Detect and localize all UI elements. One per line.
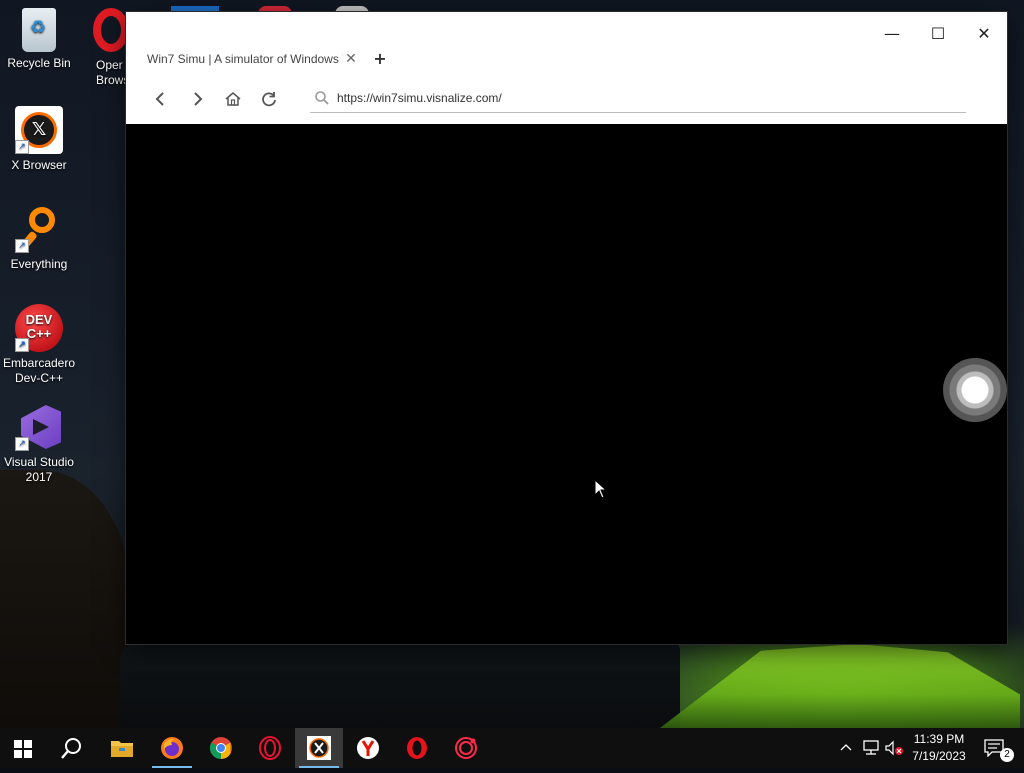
visual-studio-icon: ↗ — [15, 403, 63, 451]
desktop-icon-dev-cpp[interactable]: DEV C++ ↗ Embarcadero Dev-C++ — [1, 304, 77, 386]
search-button[interactable] — [48, 728, 96, 768]
taskbar: 11:39 PM 7/19/2023 2 — [0, 728, 1024, 768]
taskbar-app-chrome[interactable] — [197, 728, 245, 768]
floating-assistive-button[interactable] — [943, 358, 1007, 422]
back-icon — [155, 92, 164, 106]
action-center-button[interactable]: 2 — [978, 728, 1024, 768]
opera-icon — [407, 737, 427, 759]
search-icon — [315, 91, 329, 105]
clock-date: 7/19/2023 — [912, 749, 966, 763]
search-icon — [61, 738, 81, 759]
desktop-icon-label: Visual Studio — [4, 455, 74, 469]
reload-icon — [262, 92, 276, 107]
taskbar-app-x-browser[interactable] — [295, 728, 343, 768]
tab-title: Win7 Simu | A simulator of Windows 7 — [147, 52, 343, 66]
notification-count-badge: 2 — [1000, 748, 1014, 762]
taskbar-app-firefox[interactable] — [148, 728, 196, 768]
volume-button[interactable] — [884, 728, 904, 768]
browser-window: — ☐ ✕ Win7 Simu | A simulator of Windows… — [126, 12, 1007, 644]
home-icon — [225, 92, 241, 106]
desktop-icon-everything[interactable]: ↗ Everything — [1, 205, 77, 272]
shortcut-arrow-icon: ↗ — [15, 239, 29, 253]
desktop-wallpaper-tent — [660, 644, 1020, 728]
opera-gx-icon — [259, 736, 281, 760]
everything-search-icon: ↗ — [15, 205, 63, 253]
desktop-icon-x-browser[interactable]: 𝕏 ↗ X Browser — [1, 106, 77, 173]
maximize-button[interactable]: ☐ — [922, 18, 954, 50]
browser-tab[interactable]: Win7 Simu | A simulator of Windows 7 ✕ — [136, 46, 358, 72]
windows-logo-icon — [14, 740, 32, 758]
volume-muted-icon — [885, 740, 903, 756]
desktop-icon-label: Recycle Bin — [7, 56, 71, 70]
chrome-icon — [210, 737, 232, 759]
desktop-icon-label: 2017 — [25, 470, 53, 484]
new-tab-button[interactable]: + — [372, 46, 388, 72]
opera-ring-icon — [455, 737, 477, 759]
dev-cpp-icon: DEV C++ ↗ — [15, 304, 63, 352]
network-button[interactable] — [860, 728, 882, 768]
shortcut-arrow-icon: ↗ — [15, 140, 29, 154]
address-bar[interactable]: https://win7simu.visnalize.com/ — [310, 84, 966, 113]
dev-cpp-glyph-text: DEV — [25, 312, 53, 327]
address-url[interactable]: https://win7simu.visnalize.com/ — [337, 84, 502, 112]
shortcut-arrow-icon: ↗ — [15, 338, 29, 352]
desktop-icon-recycle-bin[interactable]: Recycle Bin — [1, 8, 77, 71]
opera-browser-icon — [93, 8, 129, 52]
desktop-wallpaper-hill — [0, 470, 130, 728]
folder-icon — [111, 741, 133, 757]
network-icon — [863, 740, 879, 755]
page-content[interactable] — [126, 124, 1007, 644]
browser-chrome: — ☐ ✕ Win7 Simu | A simulator of Windows… — [126, 12, 1007, 124]
desktop-icon-label: Everything — [10, 257, 68, 271]
forward-button[interactable] — [186, 88, 208, 110]
taskbar-clock[interactable]: 11:39 PM 7/19/2023 — [902, 731, 976, 765]
taskbar-app-file-explorer[interactable] — [98, 728, 146, 768]
desktop-icon-label: Embarcadero — [2, 356, 76, 370]
mouse-cursor-icon — [594, 479, 608, 499]
taskbar-app-opera-gx[interactable] — [246, 728, 294, 768]
desktop-icon-visual-studio[interactable]: ↗ Visual Studio 2017 — [1, 403, 77, 485]
forward-icon — [194, 92, 203, 106]
yandex-icon — [357, 737, 379, 759]
firefox-icon — [161, 737, 183, 759]
recycle-bin-icon — [22, 8, 56, 52]
minimize-button[interactable]: — — [876, 18, 908, 50]
clock-time: 11:39 PM — [913, 732, 965, 746]
x-browser-icon: 𝕏 ↗ — [15, 106, 63, 154]
show-hidden-icons-button[interactable] — [836, 728, 856, 768]
home-button[interactable] — [222, 88, 244, 110]
taskbar-app-opera-ring[interactable] — [442, 728, 490, 768]
reload-button[interactable] — [258, 88, 280, 110]
x-browser-icon — [307, 736, 331, 760]
back-button[interactable] — [150, 88, 172, 110]
start-button[interactable] — [0, 728, 48, 768]
taskbar-app-yandex[interactable] — [344, 728, 392, 768]
close-tab-icon[interactable]: ✕ — [344, 46, 358, 72]
close-window-button[interactable]: ✕ — [968, 18, 1000, 50]
chevron-up-icon — [840, 744, 852, 751]
desktop-icon-label: X Browser — [11, 158, 67, 172]
desktop-icon-label: Dev-C++ — [14, 371, 64, 385]
shortcut-arrow-icon: ↗ — [15, 437, 29, 451]
taskbar-app-opera[interactable] — [393, 728, 441, 768]
